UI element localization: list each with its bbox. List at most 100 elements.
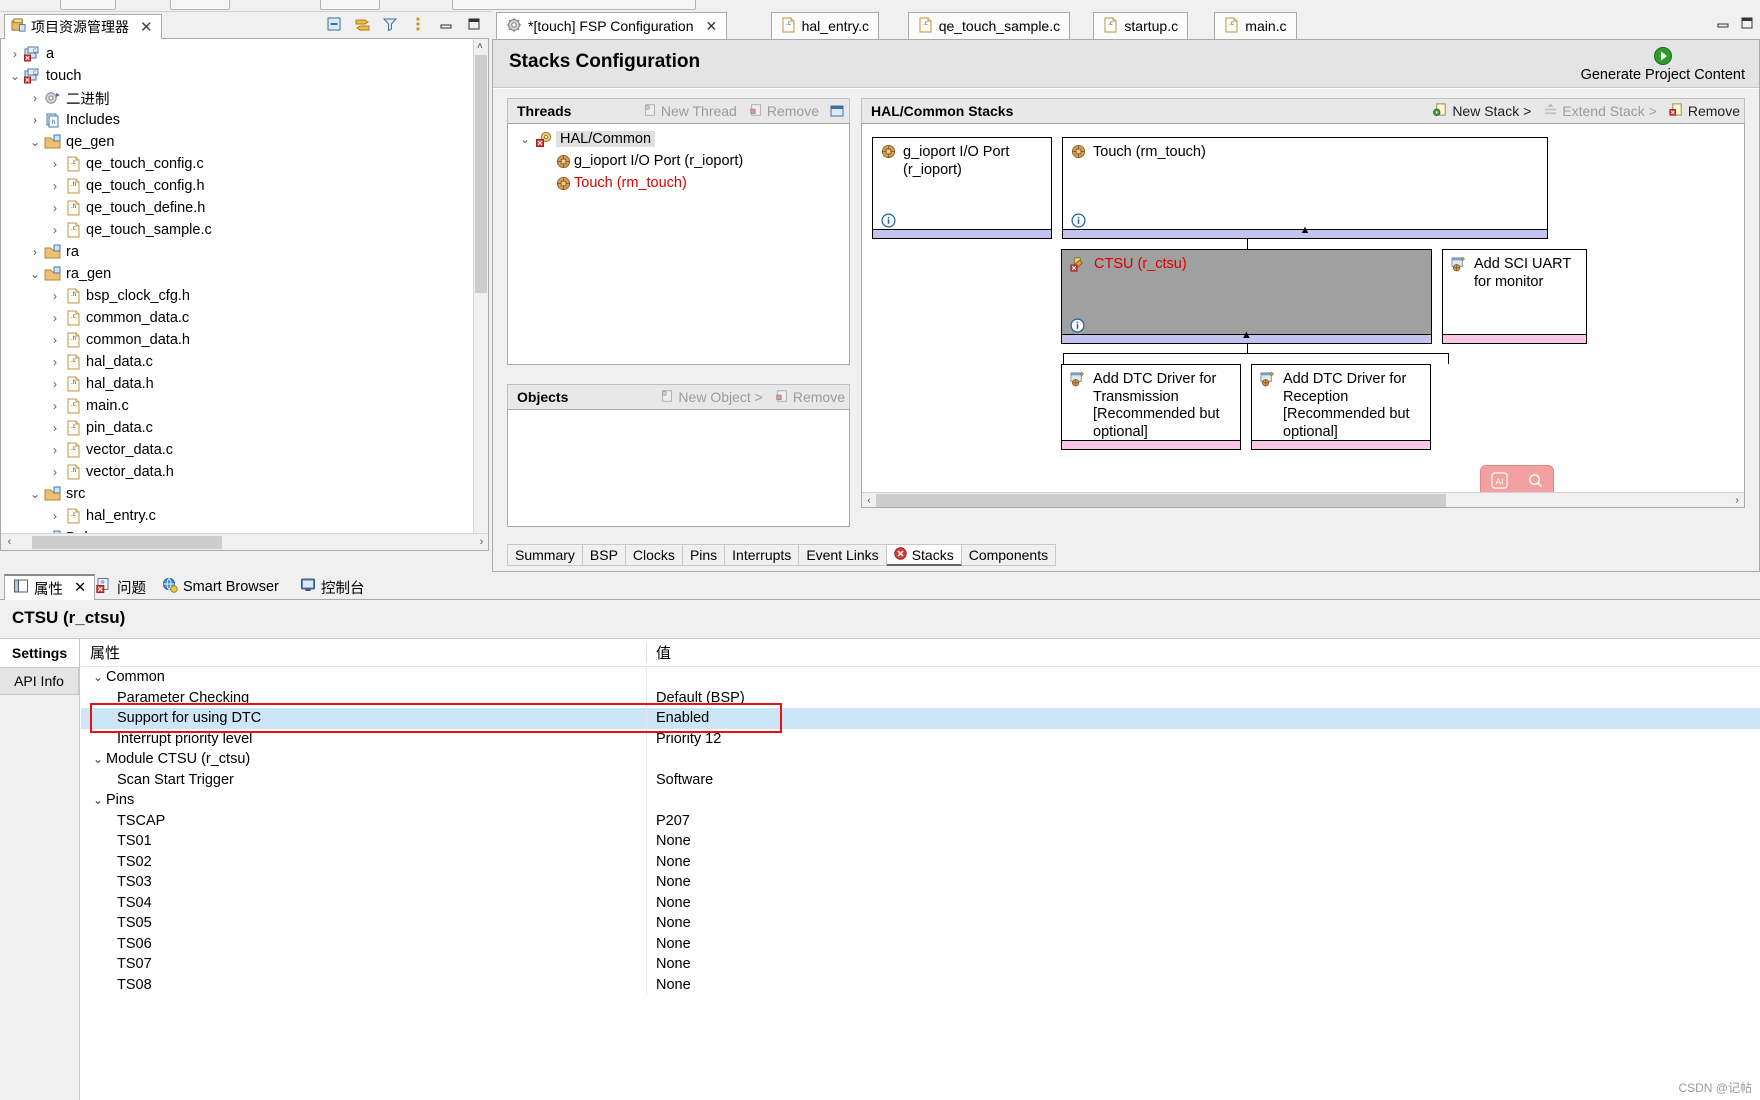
property-group-twisty-icon[interactable]: ⌄ bbox=[90, 793, 106, 807]
thread-item[interactable]: g_ioport I/O Port (r_ioport) bbox=[508, 150, 849, 172]
toolbar-button-group-1[interactable] bbox=[60, 0, 116, 10]
tree-twisty-icon[interactable]: › bbox=[47, 443, 63, 457]
stack-node-ctsu[interactable]: CTSU (r_ctsu) ▲ bbox=[1061, 249, 1432, 344]
link-with-editor-icon[interactable] bbox=[353, 15, 371, 33]
scroll-right-icon[interactable]: › bbox=[473, 536, 489, 548]
expand-caret-icon[interactable]: ▲ bbox=[1241, 331, 1252, 340]
editor-page-tab-clocks[interactable]: Clocks bbox=[626, 544, 683, 566]
editor-page-tab-event-links[interactable]: Event Links bbox=[799, 544, 886, 566]
scroll-left-icon[interactable]: ‹ bbox=[1, 536, 18, 548]
tree-twisty-icon[interactable]: › bbox=[47, 377, 63, 391]
tree-twisty-icon[interactable]: ⌄ bbox=[27, 135, 43, 149]
editor-page-tab-components[interactable]: Components bbox=[962, 544, 1056, 566]
tree-twisty-icon[interactable]: › bbox=[47, 179, 63, 193]
tree-item[interactable]: ›.cmain.c bbox=[1, 395, 472, 417]
property-row[interactable]: TS05None bbox=[81, 913, 1760, 934]
editor-tab-2[interactable]: .cqe_touch_sample.c bbox=[908, 12, 1070, 39]
tree-twisty-icon[interactable]: › bbox=[27, 245, 43, 259]
tree-item[interactable]: ⌄ra_gen bbox=[1, 263, 472, 285]
new-stack-button[interactable]: New Stack > bbox=[1433, 102, 1531, 120]
property-row[interactable]: Support for using DTCEnabled bbox=[81, 708, 1760, 729]
tree-item[interactable]: ⌄src bbox=[1, 483, 472, 505]
bottom-tab-0[interactable]: 属性✕ bbox=[4, 574, 95, 600]
editor-maximize-icon[interactable] bbox=[1740, 16, 1754, 33]
property-row[interactable]: Scan Start TriggerSoftware bbox=[81, 770, 1760, 791]
properties-table[interactable]: 属性 值 ⌄CommonParameter CheckingDefault (B… bbox=[81, 639, 1760, 1100]
search-icon[interactable] bbox=[1527, 472, 1544, 492]
editor-page-tab-bsp[interactable]: BSP bbox=[583, 544, 626, 566]
toolbar-button-group-3[interactable] bbox=[320, 0, 380, 10]
remove-object-button[interactable]: Remove bbox=[775, 389, 845, 406]
tree-twisty-icon[interactable]: › bbox=[47, 355, 63, 369]
project-tree-vscrollbar[interactable]: ˄ ˅ bbox=[473, 39, 488, 550]
editor-tab-0[interactable]: *[touch] FSP Configuration✕ bbox=[496, 12, 727, 39]
scroll-thumb-h[interactable] bbox=[32, 536, 222, 549]
property-row[interactable]: TS03None bbox=[81, 872, 1760, 893]
property-row[interactable]: TS08None bbox=[81, 975, 1760, 996]
tree-item[interactable]: ›.hvector_data.h bbox=[1, 461, 472, 483]
new-object-button[interactable]: New Object > bbox=[660, 389, 762, 406]
tab-project-explorer[interactable]: 项目资源管理器 ✕ bbox=[4, 14, 162, 39]
project-tree-hscrollbar[interactable]: ‹ › bbox=[1, 533, 489, 550]
tree-item[interactable]: ›.cvector_data.c bbox=[1, 439, 472, 461]
tree-twisty-icon[interactable]: › bbox=[27, 91, 43, 105]
maximize-icon[interactable] bbox=[465, 15, 483, 33]
scroll-thumb-h[interactable] bbox=[876, 494, 1446, 507]
tree-item[interactable]: ›.cqe_touch_sample.c bbox=[1, 219, 472, 241]
stack-node-ioport[interactable]: g_ioport I/O Port (r_ioport) bbox=[872, 137, 1052, 239]
property-row[interactable]: TSCAPP207 bbox=[81, 811, 1760, 832]
property-row[interactable]: TS02None bbox=[81, 852, 1760, 873]
filter-icon[interactable] bbox=[381, 15, 399, 33]
extend-stack-button[interactable]: Extend Stack > bbox=[1543, 102, 1657, 120]
tree-twisty-icon[interactable]: › bbox=[47, 201, 63, 215]
tree-item[interactable]: ›.ccommon_data.c bbox=[1, 307, 472, 329]
property-row[interactable]: TS07None bbox=[81, 954, 1760, 975]
tree-twisty-icon[interactable]: › bbox=[27, 113, 43, 127]
generate-project-content-button[interactable]: Generate Project Content bbox=[1581, 40, 1745, 88]
property-row[interactable]: TS06None bbox=[81, 934, 1760, 955]
stack-node-add-dtc-transmission[interactable]: Add DTC Driver for Transmission [Recomme… bbox=[1061, 364, 1241, 450]
property-row[interactable]: ⌄Common bbox=[81, 667, 1760, 688]
toolbar-search-field[interactable] bbox=[452, 0, 696, 10]
tree-item[interactable]: ›ra bbox=[1, 241, 472, 263]
tree-twisty-icon[interactable]: ⌄ bbox=[7, 69, 23, 83]
thread-item[interactable]: Touch (rm_touch) bbox=[508, 172, 849, 194]
tree-item[interactable]: ›.hcommon_data.h bbox=[1, 329, 472, 351]
tree-twisty-icon[interactable]: › bbox=[47, 509, 63, 523]
bottom-tab-1[interactable]: 问题 bbox=[88, 574, 154, 600]
editor-page-tab-interrupts[interactable]: Interrupts bbox=[725, 544, 799, 566]
property-row[interactable]: TS04None bbox=[81, 893, 1760, 914]
objects-list[interactable] bbox=[507, 409, 850, 527]
tree-item[interactable]: ›Ca bbox=[1, 43, 472, 65]
collapse-all-icon[interactable] bbox=[325, 15, 343, 33]
close-icon[interactable]: ✕ bbox=[74, 580, 86, 596]
close-icon[interactable]: ✕ bbox=[706, 18, 718, 35]
tree-item[interactable]: ›二进制 bbox=[1, 87, 472, 109]
bottom-tab-3[interactable]: 控制台 bbox=[292, 574, 373, 600]
stacks-canvas-hscrollbar[interactable]: ‹ › bbox=[862, 492, 1744, 507]
tree-item[interactable]: ›.chal_data.c bbox=[1, 351, 472, 373]
toolbar-button-group-2[interactable] bbox=[170, 0, 230, 10]
scroll-right-icon[interactable]: › bbox=[1730, 495, 1744, 506]
property-row[interactable]: ⌄Module CTSU (r_ctsu) bbox=[81, 749, 1760, 770]
tree-twisty-icon[interactable]: › bbox=[47, 223, 63, 237]
tree-item[interactable]: ⌄Ctouch bbox=[1, 65, 472, 87]
property-row[interactable]: Parameter CheckingDefault (BSP) bbox=[81, 688, 1760, 709]
minimize-icon[interactable] bbox=[437, 15, 455, 33]
property-row[interactable]: TS01None bbox=[81, 831, 1760, 852]
tree-twisty-icon[interactable]: › bbox=[7, 47, 23, 61]
stack-node-add-sci-uart[interactable]: Add SCI UART for monitor bbox=[1442, 249, 1587, 344]
thread-item[interactable]: ⌄HAL/Common bbox=[508, 128, 849, 150]
editor-tab-4[interactable]: .cmain.c bbox=[1214, 12, 1296, 39]
tree-twisty-icon[interactable]: › bbox=[47, 421, 63, 435]
editor-minimize-icon[interactable] bbox=[1716, 16, 1730, 33]
thread-twisty-icon[interactable]: ⌄ bbox=[516, 132, 534, 146]
scroll-thumb[interactable] bbox=[475, 55, 487, 293]
tree-item[interactable]: ›.hhal_data.h bbox=[1, 373, 472, 395]
property-row[interactable]: ⌄Pins bbox=[81, 790, 1760, 811]
tree-item[interactable]: ⌄qe_gen bbox=[1, 131, 472, 153]
stacks-diagram-canvas[interactable]: g_ioport I/O Port (r_ioport) bbox=[861, 123, 1745, 508]
property-group-twisty-icon[interactable]: ⌄ bbox=[90, 752, 106, 766]
tree-item[interactable]: ›.hbsp_clock_cfg.h bbox=[1, 285, 472, 307]
tree-twisty-icon[interactable]: › bbox=[47, 157, 63, 171]
